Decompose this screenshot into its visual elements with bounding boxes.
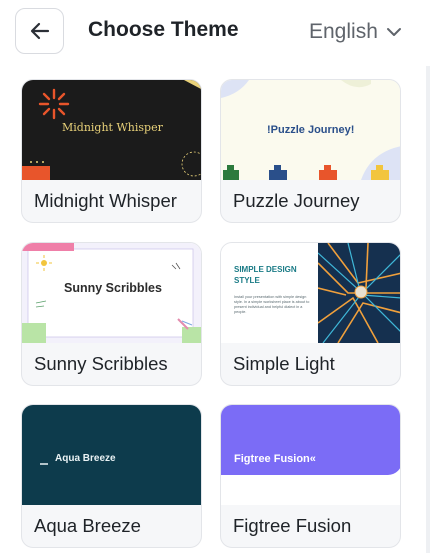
arrow-left-icon [30,22,49,40]
theme-preview: SIMPLE DESIGN STYLE Install your present… [221,243,400,343]
theme-preview: Midnight Whisper [22,80,201,180]
theme-preview: Figtree Fusion« [221,405,400,505]
theme-card-sunny-scribbles[interactable]: Sunny Scribbles Sunny Scribbles [21,242,202,386]
preview-title: !Puzzle Journey! [267,124,355,136]
theme-preview: Sunny Scribbles [22,243,201,343]
theme-card-simple-light[interactable]: SIMPLE DESIGN STYLE Install your present… [220,242,401,386]
circuit-image [318,243,400,343]
theme-card-aqua-breeze[interactable]: Aqua Breeze Aqua Breeze [21,404,202,548]
header: Choose Theme English [0,0,430,64]
page-title: Choose Theme [88,18,239,41]
theme-name: Sunny Scribbles [34,353,168,374]
theme-name: Midnight Whisper [34,190,177,211]
theme-name: Aqua Breeze [34,515,141,536]
language-selector[interactable]: English [309,20,402,44]
theme-card-puzzle-journey[interactable]: !Puzzle Journey! Puzzle Journey [220,79,401,223]
theme-name: Simple Light [233,353,335,374]
preview-title: Aqua Breeze [55,453,116,464]
preview-body: Install your presentation with simple de… [234,295,310,314]
language-label: English [309,20,378,43]
preview-title: Midnight Whisper [62,121,163,134]
theme-card-midnight-whisper[interactable]: Midnight Whisper Midnight Whisper [21,79,202,223]
preview-title: Sunny Scribbles [64,281,162,295]
theme-name: Puzzle Journey [233,190,360,211]
preview-title: Figtree Fusion« [234,453,316,465]
preview-title: SIMPLE DESIGN STYLE [234,265,297,285]
scrollbar[interactable] [426,66,430,553]
theme-preview: !Puzzle Journey! [221,80,400,180]
back-button[interactable] [15,8,64,54]
chevron-down-icon [386,28,401,36]
theme-preview: Aqua Breeze [22,405,201,505]
theme-card-figtree-fusion[interactable]: Figtree Fusion« Figtree Fusion [220,404,401,548]
theme-name: Figtree Fusion [233,515,352,536]
